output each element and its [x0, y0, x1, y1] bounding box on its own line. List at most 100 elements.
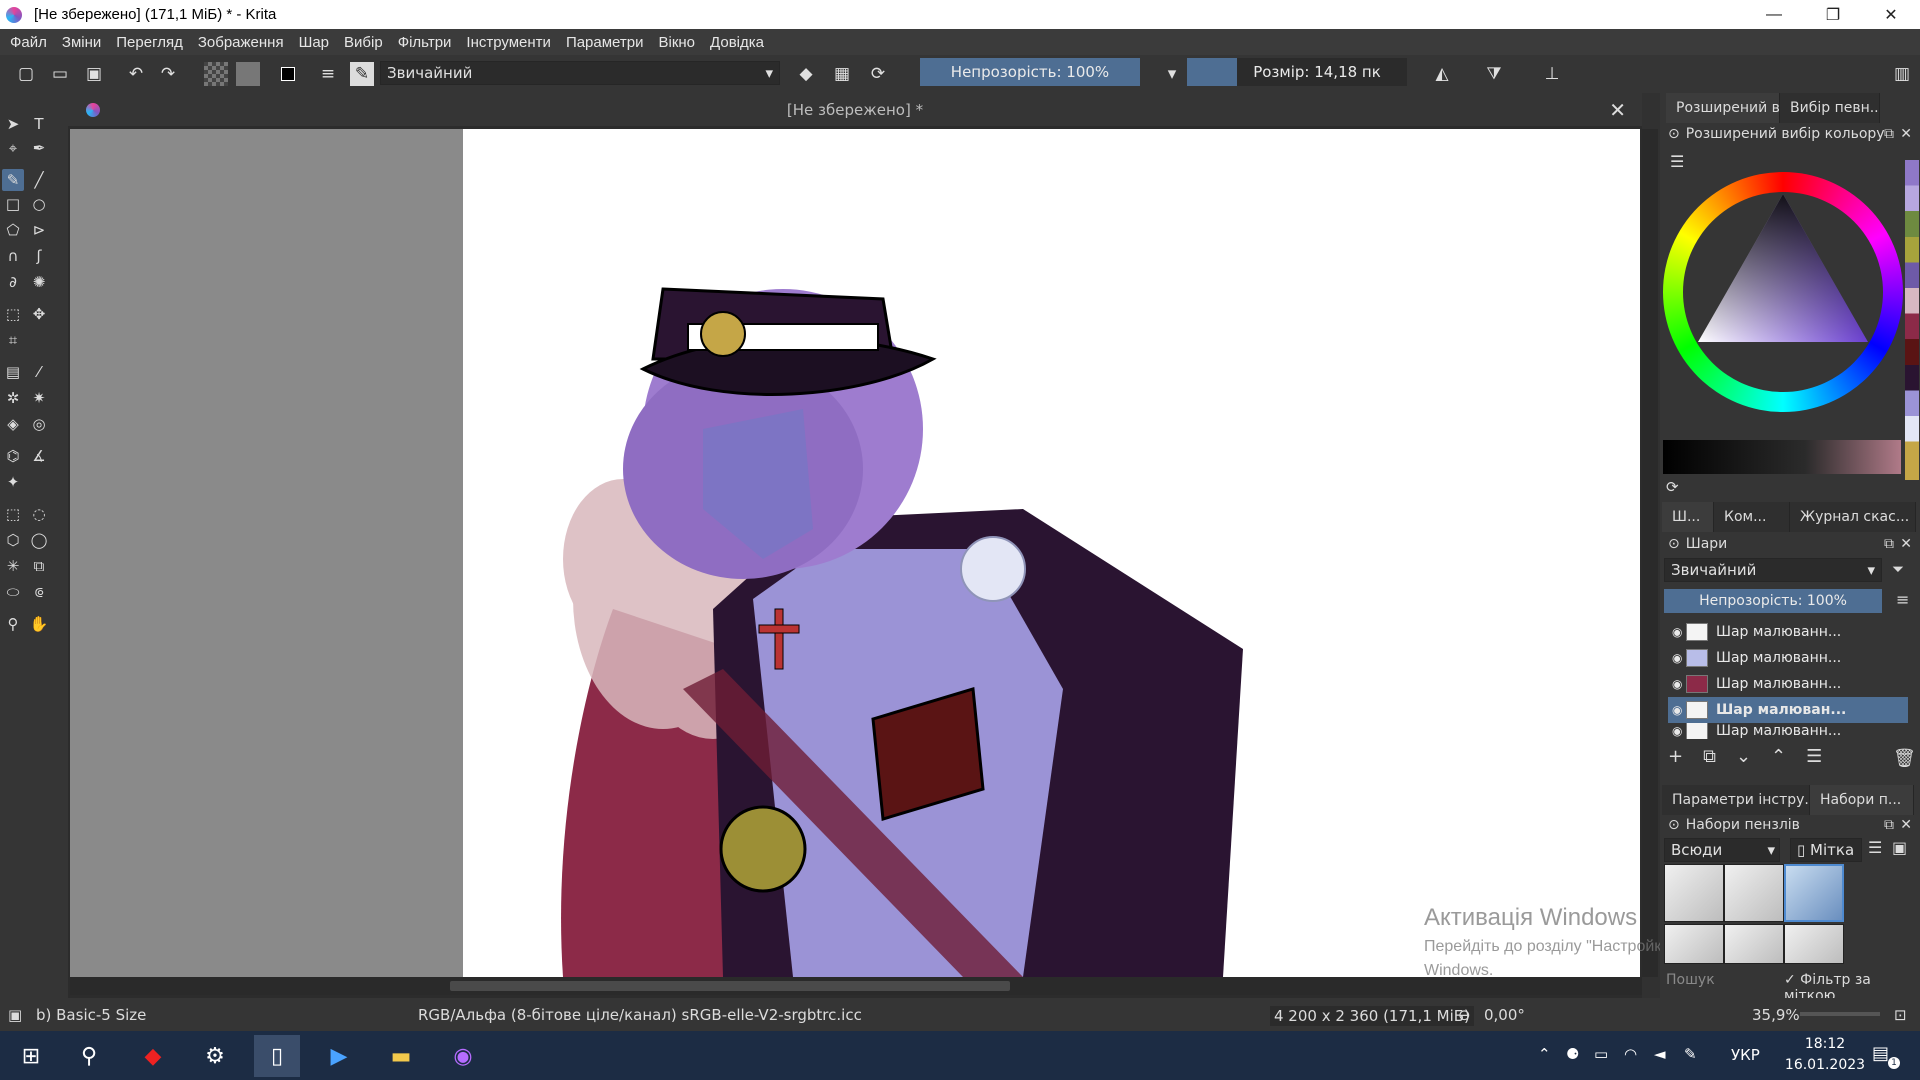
text-tool-icon[interactable]: T — [28, 113, 50, 135]
visibility-eye-icon[interactable]: ◉ — [1672, 651, 1682, 665]
undo-icon[interactable]: ↶ — [124, 62, 148, 86]
rotation-icon[interactable]: ⊖ — [1458, 1006, 1471, 1024]
tab-undo-history[interactable]: Журнал скас... — [1790, 502, 1916, 532]
color-triangle[interactable] — [1663, 172, 1903, 412]
visibility-eye-icon[interactable]: ◉ — [1672, 724, 1682, 738]
close-document-icon[interactable]: ✕ — [1609, 98, 1626, 122]
enclose-fill-icon[interactable]: ◎ — [28, 413, 50, 435]
menu-layer[interactable]: Шар — [299, 34, 329, 51]
mirror-horizontal-icon[interactable]: ◭ — [1430, 62, 1454, 86]
rect-select-icon[interactable]: ⬚ — [2, 503, 24, 525]
assistant-tool-icon[interactable]: ⌬ — [2, 445, 24, 467]
delete-layer-icon[interactable]: 🗑 — [1893, 748, 1916, 769]
tab-layers[interactable]: Ш... — [1662, 502, 1714, 532]
brush-preset-item[interactable] — [1724, 924, 1784, 964]
close-docker-icon[interactable]: ✕ — [1900, 536, 1912, 552]
bezier-tool-icon[interactable]: ∩ — [2, 245, 24, 267]
chevron-down-icon[interactable]: ▾ — [1160, 62, 1184, 86]
edit-shapes-icon[interactable]: ⌖ — [2, 137, 24, 159]
menu-settings[interactable]: Параметри — [566, 34, 644, 51]
polygon-tool-icon[interactable]: ⬠ — [2, 219, 24, 241]
clock-date[interactable]: 16.01.2023 — [1776, 1057, 1874, 1073]
windows-start-icon[interactable]: ⊞ — [8, 1039, 54, 1073]
visibility-eye-icon[interactable]: ◉ — [1672, 677, 1682, 691]
freehand-path-icon[interactable]: ʃ — [28, 245, 50, 267]
add-layer-icon[interactable]: + — [1668, 746, 1683, 767]
current-brush-label[interactable]: b) Basic-5 Size — [36, 1006, 146, 1024]
filter-icon[interactable]: ⏷ — [1892, 560, 1904, 578]
docker-lock-icon[interactable]: ⊙ — [1668, 126, 1680, 142]
similar-select-icon[interactable]: ⧉ — [28, 555, 50, 577]
color-settings-icon[interactable]: ☰ — [1670, 152, 1684, 171]
brush-settings-icon[interactable]: ≡ — [316, 62, 340, 86]
color-palette-strip[interactable] — [1905, 160, 1919, 480]
brush-preset-item[interactable] — [1664, 864, 1724, 922]
menu-edit[interactable]: Зміни — [62, 34, 101, 51]
layer-blend-mode-select[interactable]: Звичайний ▾ — [1664, 558, 1882, 582]
brush-preset-item-selected[interactable] — [1784, 864, 1844, 922]
multibrush-icon[interactable]: ✺ — [28, 271, 50, 293]
vertical-scrollbar[interactable] — [1642, 129, 1658, 977]
fit-view-icon[interactable]: ⊡ — [1894, 1006, 1907, 1024]
visibility-eye-icon[interactable]: ◉ — [1672, 703, 1682, 717]
layer-menu-icon[interactable]: ≡ — [1896, 590, 1909, 609]
blend-mode-select[interactable]: Звичайний ▾ — [380, 61, 780, 85]
new-document-icon[interactable]: ▢ — [14, 62, 38, 86]
tray-chevron-icon[interactable]: ⌃ — [1538, 1045, 1551, 1063]
move-layer-up-icon[interactable]: ⌃ — [1771, 746, 1786, 767]
menu-help[interactable]: Довідка — [710, 34, 764, 51]
float-docker-icon[interactable]: ⧉ — [1884, 126, 1894, 142]
close-docker-icon[interactable]: ✕ — [1900, 817, 1912, 833]
ellipse-select-icon[interactable]: ◌ — [28, 503, 50, 525]
visibility-eye-icon[interactable]: ◉ — [1672, 625, 1682, 639]
preset-search-input[interactable]: Пошук — [1666, 972, 1715, 988]
list-view-icon[interactable]: ☰ — [1868, 838, 1882, 857]
rectangle-tool-icon[interactable]: □ — [2, 193, 24, 215]
maximize-button[interactable]: ❐ — [1804, 0, 1862, 29]
contiguous-select-icon[interactable]: ✳ — [2, 555, 24, 577]
float-docker-icon[interactable]: ⧉ — [1884, 817, 1894, 833]
search-icon[interactable]: ⚲ — [66, 1039, 112, 1073]
bezier-select-icon[interactable]: ⬭ — [2, 581, 24, 603]
menu-tools[interactable]: Інструменти — [466, 34, 551, 51]
battery-icon[interactable]: ▭ — [1594, 1045, 1608, 1063]
pattern-icon[interactable] — [236, 62, 260, 86]
smart-patch-icon[interactable]: ✲ — [2, 387, 24, 409]
file-explorer-icon[interactable]: ▬ — [378, 1039, 424, 1073]
color-swap-icon[interactable] — [276, 62, 300, 86]
language-indicator[interactable]: УКР — [1731, 1046, 1760, 1064]
scrollbar-thumb[interactable] — [450, 981, 1010, 991]
document-tab[interactable]: [Не збережено] * ✕ — [68, 93, 1642, 126]
steam-tray-icon[interactable]: ⚈ — [1566, 1045, 1579, 1063]
layer-opacity-slider[interactable]: Непрозорість: 100% — [1664, 589, 1882, 613]
gradient-icon[interactable] — [204, 62, 228, 86]
tab-tool-options[interactable]: Параметри інстру... — [1662, 785, 1810, 815]
reload-preset-icon[interactable]: ⟳ — [866, 62, 890, 86]
menu-filters[interactable]: Фільтри — [398, 34, 452, 51]
brush-preset-item[interactable] — [1724, 864, 1784, 922]
layer-item[interactable]: ◉ Шар малюванн... — [1668, 723, 1908, 739]
clock-time[interactable]: 18:12 — [1796, 1036, 1854, 1052]
krita-taskbar-icon[interactable]: ◉ — [440, 1039, 486, 1073]
notification-icon[interactable]: ▤ — [1872, 1043, 1889, 1064]
alpha-lock-icon[interactable]: ▦ — [830, 62, 854, 86]
horizontal-scrollbar[interactable] — [70, 977, 1642, 995]
colorize-mask-icon[interactable]: ✷ — [28, 387, 50, 409]
zoom-level[interactable]: 35,9% — [1752, 1006, 1800, 1024]
brush-preset-item[interactable] — [1664, 924, 1724, 964]
menu-image[interactable]: Зображення — [198, 34, 284, 51]
drawing-paper[interactable] — [463, 129, 1640, 977]
ellipse-tool-icon[interactable]: ○ — [28, 193, 50, 215]
gradient-tool-icon[interactable]: ▤ — [2, 361, 24, 383]
measure-tool-icon[interactable]: ∡ — [28, 445, 50, 467]
docker-lock-icon[interactable]: ⊙ — [1668, 817, 1680, 833]
close-button[interactable]: ✕ — [1862, 0, 1920, 29]
calligraphy-icon[interactable]: ✒ — [28, 137, 50, 159]
save-icon[interactable]: ▣ — [82, 62, 106, 86]
brush-preset-item[interactable] — [1784, 924, 1844, 964]
zoom-slider[interactable] — [1800, 1012, 1880, 1016]
transform-tool-icon[interactable]: ⬚ — [2, 303, 24, 325]
rotation-value[interactable]: 0,00° — [1484, 1006, 1525, 1024]
refresh-icon[interactable]: ⟳ — [1666, 478, 1679, 496]
zoom-tool-icon[interactable]: ⚲ — [2, 613, 24, 635]
